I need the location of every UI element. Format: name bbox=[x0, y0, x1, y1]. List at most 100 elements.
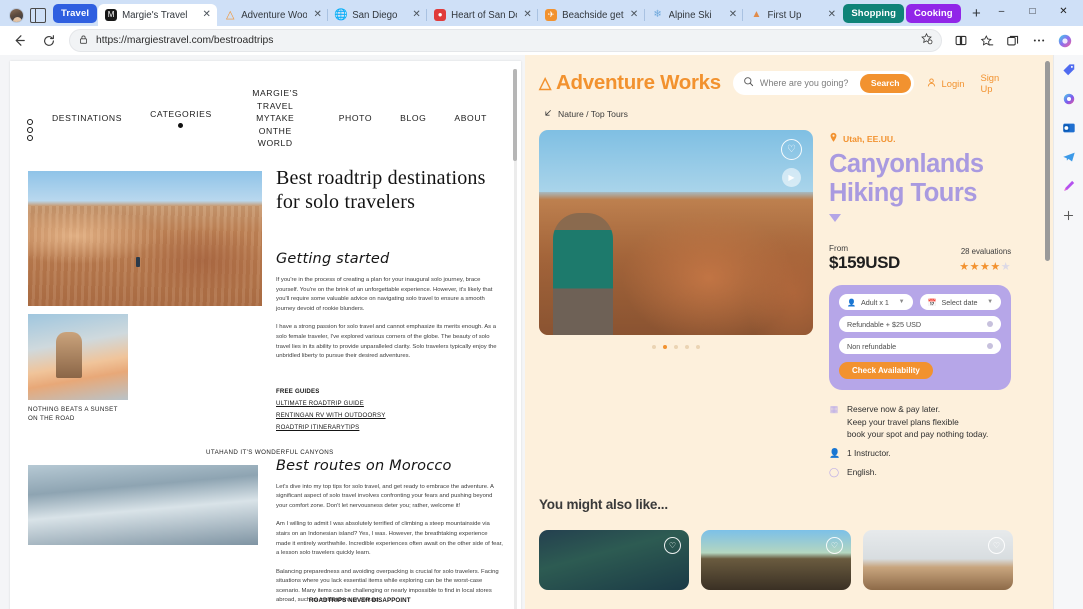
back-arrow-icon[interactable] bbox=[543, 108, 553, 120]
scrollbar-thumb[interactable] bbox=[513, 69, 517, 161]
play-icon[interactable]: ▶ bbox=[782, 168, 801, 187]
tab-search-icon[interactable] bbox=[30, 8, 46, 23]
note-line-1: Reserve now & pay later. bbox=[847, 404, 940, 414]
nav-item-about[interactable]: ABOUT bbox=[440, 113, 501, 123]
outlook-icon[interactable] bbox=[1060, 119, 1078, 137]
heart-icon[interactable]: ♡ bbox=[664, 537, 681, 554]
social-icon-3[interactable] bbox=[27, 135, 33, 141]
radio-icon[interactable] bbox=[987, 343, 993, 349]
avatar[interactable] bbox=[9, 8, 24, 23]
person-icon: 👤 bbox=[829, 447, 839, 460]
option-refundable[interactable]: Refundable + $25 USD bbox=[839, 316, 1001, 332]
radio-icon[interactable] bbox=[987, 321, 993, 327]
add-tool-icon[interactable] bbox=[1060, 206, 1078, 224]
signup-link[interactable]: Sign Up bbox=[980, 72, 1013, 94]
heart-icon[interactable]: ♡ bbox=[988, 537, 1005, 554]
close-window-button[interactable]: ✕ bbox=[1048, 0, 1079, 22]
split-screen-icon[interactable] bbox=[949, 29, 973, 53]
add-favorite-icon[interactable] bbox=[975, 29, 999, 53]
nav-item-categories[interactable]: CATEGORIES bbox=[136, 109, 226, 128]
copilot-icon[interactable] bbox=[1060, 90, 1078, 108]
tour-hero-photo[interactable]: ♡ ▶ bbox=[539, 130, 813, 335]
close-icon[interactable]: ✕ bbox=[629, 10, 640, 21]
carousel-dot-active[interactable] bbox=[663, 345, 667, 349]
close-icon[interactable]: ✕ bbox=[411, 10, 422, 21]
back-arrow-icon[interactable] bbox=[6, 29, 33, 53]
caption-line-2: ON THE ROAD bbox=[28, 414, 268, 423]
guests-select[interactable]: 👤 Adult x 1 ▼ bbox=[839, 294, 913, 310]
left-webpage-margies-travel: DESTINATIONS CATEGORIES MARGIE'S TRAVEL … bbox=[0, 55, 525, 609]
carousel-dot[interactable] bbox=[652, 345, 656, 349]
site-brand[interactable]: MARGIE'S TRAVEL MYTAKE ONTHE WORLD bbox=[226, 87, 325, 149]
chevron-down-icon[interactable] bbox=[829, 214, 841, 222]
guide-link-itinerary-tips[interactable]: ROADTRIP ITINERARYTIPS bbox=[276, 424, 503, 431]
search-button[interactable]: Search bbox=[860, 74, 911, 93]
new-tab-button[interactable]: + bbox=[967, 3, 986, 23]
option-non-refundable[interactable]: Non refundable bbox=[839, 338, 1001, 354]
recommendation-card[interactable]: ♡ bbox=[863, 530, 1013, 590]
carousel-dot[interactable] bbox=[674, 345, 678, 349]
login-link[interactable]: Login bbox=[926, 77, 965, 90]
nav-item-blog[interactable]: BLOG bbox=[386, 113, 440, 123]
close-icon[interactable]: ✕ bbox=[522, 10, 533, 21]
tab-heart-of-san-do[interactable]: ● Heart of San Do ✕ bbox=[427, 4, 538, 26]
check-availability-button[interactable]: Check Availability bbox=[839, 362, 933, 379]
copilot-icon[interactable] bbox=[1053, 29, 1077, 53]
tab-group-cooking[interactable]: Cooking bbox=[906, 4, 961, 23]
close-icon[interactable]: ✕ bbox=[201, 10, 212, 21]
tab-margies-travel[interactable]: M Margie's Travel ✕ bbox=[98, 4, 217, 26]
guide-link-ultimate-roadtrip[interactable]: ULTIMATE ROADTRIP GUIDE bbox=[276, 400, 503, 407]
recommendation-card[interactable]: ♡ bbox=[539, 530, 689, 590]
section-getting-started: Getting started If you're in the process… bbox=[276, 251, 503, 362]
tab-adventure-wood[interactable]: △ Adventure Wood ✕ bbox=[217, 4, 328, 26]
favorites-settings-icon[interactable] bbox=[920, 32, 933, 50]
close-icon[interactable]: ✕ bbox=[312, 10, 323, 21]
social-icon-1[interactable] bbox=[27, 119, 33, 125]
maximize-button[interactable]: □ bbox=[1017, 0, 1048, 22]
search-box[interactable]: Where are you going? Search bbox=[733, 71, 914, 95]
map-pin-icon bbox=[829, 132, 838, 145]
minimize-button[interactable]: – bbox=[986, 0, 1017, 22]
login-label: Login bbox=[942, 78, 965, 89]
search-input[interactable]: Where are you going? bbox=[760, 78, 854, 88]
guide-link-renting-rv[interactable]: RENTINGAN RV WITH OUTDOORSY bbox=[276, 412, 503, 419]
address-bar: https://margiestravel.com/bestroadtrips bbox=[0, 26, 1083, 55]
heart-icon[interactable]: ♡ bbox=[826, 537, 843, 554]
reload-icon[interactable] bbox=[35, 29, 62, 53]
document-scrollbar[interactable] bbox=[513, 69, 517, 609]
collections-icon[interactable] bbox=[1001, 29, 1025, 53]
date-value: Select date bbox=[942, 298, 978, 307]
tab-beachside-get[interactable]: ✈ Beachside get ✕ bbox=[538, 4, 644, 26]
paragraph: If you're in the process of creating a p… bbox=[276, 276, 503, 314]
close-icon[interactable]: ✕ bbox=[727, 10, 738, 21]
tab-group-shopping[interactable]: Shopping bbox=[843, 4, 904, 23]
shopping-tag-icon[interactable] bbox=[1060, 61, 1078, 79]
page-scrollbar[interactable] bbox=[1045, 61, 1050, 605]
url-input[interactable]: https://margiestravel.com/bestroadtrips bbox=[69, 29, 942, 52]
breadcrumb[interactable]: Nature / Top Tours bbox=[525, 95, 1053, 120]
close-icon[interactable]: ✕ bbox=[826, 10, 837, 21]
designer-icon[interactable] bbox=[1060, 177, 1078, 195]
section-heading: Getting started bbox=[276, 251, 503, 267]
url-text: https://margiestravel.com/bestroadtrips bbox=[96, 35, 273, 46]
site-logo[interactable]: △ Adventure Works bbox=[539, 71, 721, 95]
date-select[interactable]: 📅 Select date ▼ bbox=[920, 294, 1002, 310]
tour-location-text: Utah, EE.UU. bbox=[843, 134, 896, 144]
tab-group-travel[interactable]: Travel bbox=[53, 4, 97, 23]
heart-icon[interactable]: ♡ bbox=[781, 139, 802, 160]
tab-alpine-ski[interactable]: ❄ Alpine Ski ✕ bbox=[645, 4, 744, 26]
nav-item-photo[interactable]: PHOTO bbox=[325, 113, 386, 123]
recommendation-card[interactable]: ♡ bbox=[701, 530, 851, 590]
language-icon: ◯ bbox=[829, 466, 839, 479]
tab-san-diego[interactable]: 🌐 San Diego ✕ bbox=[328, 4, 427, 26]
scrollbar-thumb[interactable] bbox=[1045, 61, 1050, 261]
social-icon-2[interactable] bbox=[27, 127, 33, 133]
telegram-icon[interactable] bbox=[1060, 148, 1078, 166]
tab-first-up[interactable]: ▲ First Up ✕ bbox=[743, 4, 842, 26]
carousel-dot[interactable] bbox=[685, 345, 689, 349]
carousel-dots[interactable] bbox=[539, 345, 813, 349]
more-options-icon[interactable] bbox=[1027, 29, 1051, 53]
nav-item-destinations[interactable]: DESTINATIONS bbox=[38, 113, 136, 123]
site-header: △ Adventure Works Where are you going? S… bbox=[525, 55, 1053, 95]
carousel-dot[interactable] bbox=[696, 345, 700, 349]
